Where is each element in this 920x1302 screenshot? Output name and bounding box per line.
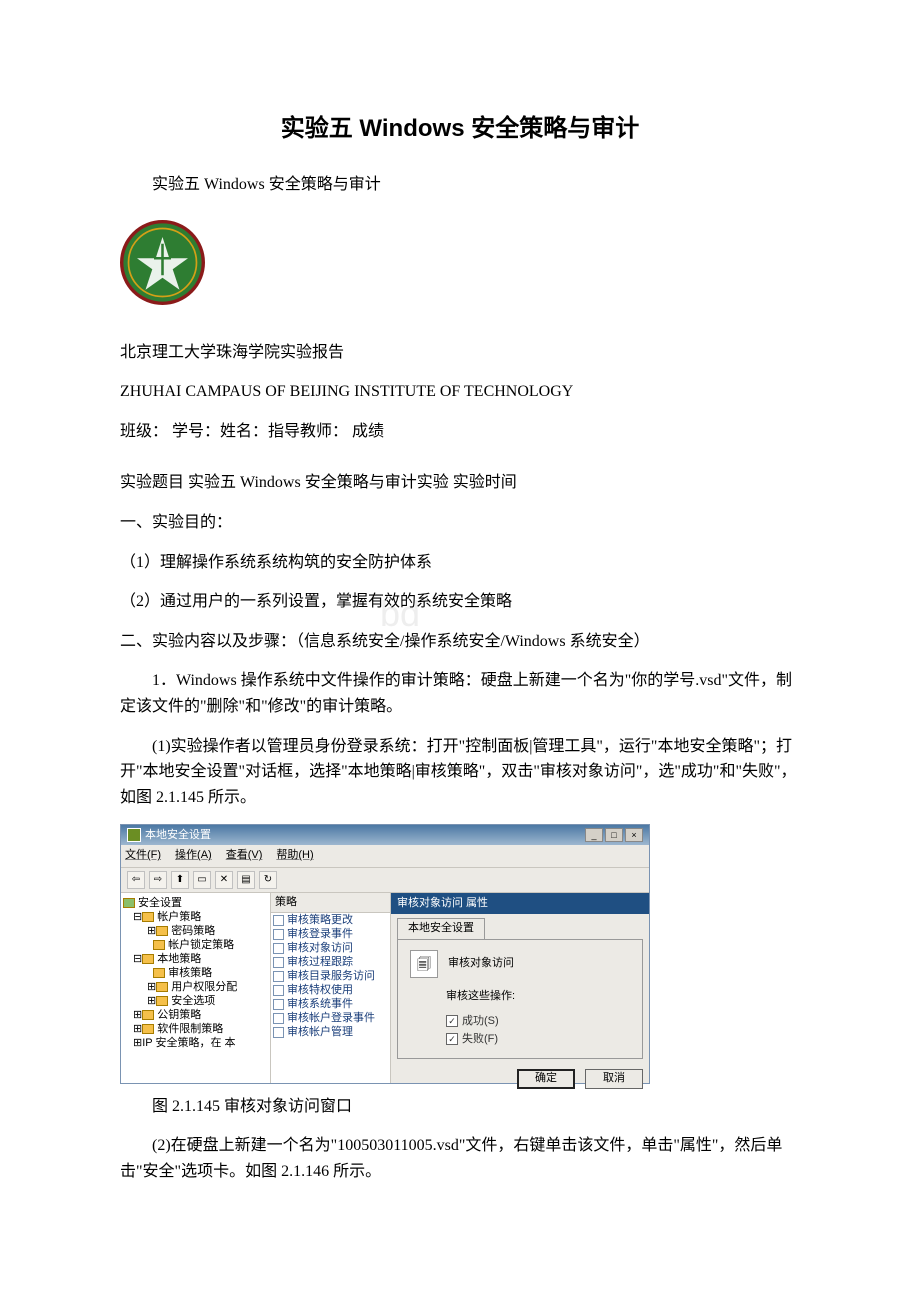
policy-item-7[interactable]: 审核系统事件 (287, 997, 353, 1011)
policy-item-5[interactable]: 审核目录服务访问 (287, 969, 375, 983)
dialog-tab[interactable]: 本地安全设置 (397, 918, 485, 939)
section-purpose: 一、实验目的： (120, 510, 800, 536)
document-title: 实验五 Windows 安全策略与审计 (120, 110, 800, 148)
toolbar: ⇦ ⇨ ⬆ ▭ ✕ ▤ ↻ (121, 868, 649, 893)
tree-root[interactable]: 安全设置 (138, 896, 182, 910)
tree-secopts[interactable]: 安全选项 (171, 994, 215, 1008)
step-1: 1．Windows 操作系统中文件操作的审计策略：硬盘上新建一个名为"你的学号.… (120, 668, 800, 719)
tree-password[interactable]: 密码策略 (171, 924, 215, 938)
menu-help[interactable]: 帮助(H) (276, 847, 313, 865)
success-checkbox[interactable]: ✓ (446, 1015, 458, 1027)
class-info-line: 班级： 学号：姓名：指导教师： 成绩 (120, 419, 800, 445)
audit-icon: 🗐 (410, 950, 438, 978)
dialog-label: 审核对象访问 (448, 955, 514, 973)
policy-item-1[interactable]: 审核策略更改 (287, 913, 353, 927)
failure-checkbox[interactable]: ✓ (446, 1033, 458, 1045)
tree-local[interactable]: 本地策略 (157, 952, 201, 966)
purpose-1: （1）理解操作系统系统构筑的安全防护体系 (120, 550, 800, 576)
subtitle: 实验五 Windows 安全策略与审计 (120, 172, 800, 198)
report-header-en: ZHUHAI CAMPAUS OF BEIJING INSTITUTE OF T… (120, 379, 800, 405)
success-label: 成功(S) (462, 1012, 499, 1030)
policy-item-2[interactable]: 审核登录事件 (287, 927, 353, 941)
minimize-button[interactable]: _ (585, 828, 603, 842)
back-icon[interactable]: ⇦ (127, 871, 145, 889)
step-1-1: (1)实验操作者以管理员身份登录系统：打开"控制面板|管理工具"，运行"本地安全… (120, 734, 800, 811)
institution-logo (120, 212, 800, 326)
properties-icon[interactable]: ▤ (237, 871, 255, 889)
section-content: 二、实验内容以及步骤：（信息系统安全/操作系统安全/Windows 系统安全） (120, 629, 800, 655)
dialog-ops-label: 审核这些操作: (446, 988, 630, 1006)
menu-action[interactable]: 操作(A) (175, 847, 212, 865)
tree-ipsec[interactable]: IP 安全策略，在 本 (142, 1036, 235, 1050)
menu-bar: 文件(F) 操作(A) 查看(V) 帮助(H) (121, 845, 649, 868)
refresh-icon[interactable]: ↻ (259, 871, 277, 889)
menu-file[interactable]: 文件(F) (125, 847, 161, 865)
purpose-2: （2）通过用户的一系列设置，掌握有效的系统安全策略 (120, 589, 800, 615)
window-title: 本地安全设置 (145, 827, 211, 845)
up-icon[interactable]: ⬆ (171, 871, 189, 889)
forward-icon[interactable]: ⇨ (149, 871, 167, 889)
cancel-button[interactable]: 取消 (585, 1069, 643, 1089)
report-header-cn: 北京理工大学珠海学院实验报告 (120, 340, 800, 366)
close-button[interactable]: × (625, 828, 643, 842)
policy-item-6[interactable]: 审核特权使用 (287, 983, 353, 997)
policy-item-3[interactable]: 审核对象访问 (287, 941, 353, 955)
folder-icon[interactable]: ▭ (193, 871, 211, 889)
tree-rights[interactable]: 用户权限分配 (171, 980, 237, 994)
step-1-2: (2)在硬盘上新建一个名为"100503011005.vsd"文件，右键单击该文… (120, 1133, 800, 1184)
policy-item-9[interactable]: 审核帐户管理 (287, 1025, 353, 1039)
app-icon (127, 828, 141, 842)
policy-item-4[interactable]: 审核过程跟踪 (287, 955, 353, 969)
figure-caption: 图 2.1.145 审核对象访问窗口 (120, 1094, 800, 1120)
tree-software[interactable]: 软件限制策略 (157, 1022, 223, 1036)
dialog-title: 审核对象访问 属性 (391, 893, 649, 915)
list-header[interactable]: 策略 (271, 893, 390, 914)
tree-audit[interactable]: 审核策略 (168, 966, 212, 980)
nav-tree: 安全设置 ⊟ 帐户策略 ⊞ 密码策略 帐户锁定策略 ⊟ 本地策略 审核策略 ⊞ … (121, 893, 271, 1083)
ok-button[interactable]: 确定 (517, 1069, 575, 1089)
delete-icon[interactable]: ✕ (215, 871, 233, 889)
menu-view[interactable]: 查看(V) (226, 847, 263, 865)
topic-line: 实验题目 实验五 Windows 安全策略与审计实验 实验时间 (120, 470, 800, 496)
figure-screenshot: 本地安全设置 _ □ × 文件(F) 操作(A) 查看(V) 帮助(H) ⇦ ⇨… (120, 824, 800, 1084)
tree-lockout[interactable]: 帐户锁定策略 (168, 938, 234, 952)
maximize-button[interactable]: □ (605, 828, 623, 842)
policy-item-8[interactable]: 审核帐户登录事件 (287, 1011, 375, 1025)
tree-pubkey[interactable]: 公钥策略 (157, 1008, 201, 1022)
failure-label: 失败(F) (462, 1030, 498, 1048)
tree-account[interactable]: 帐户策略 (157, 910, 201, 924)
